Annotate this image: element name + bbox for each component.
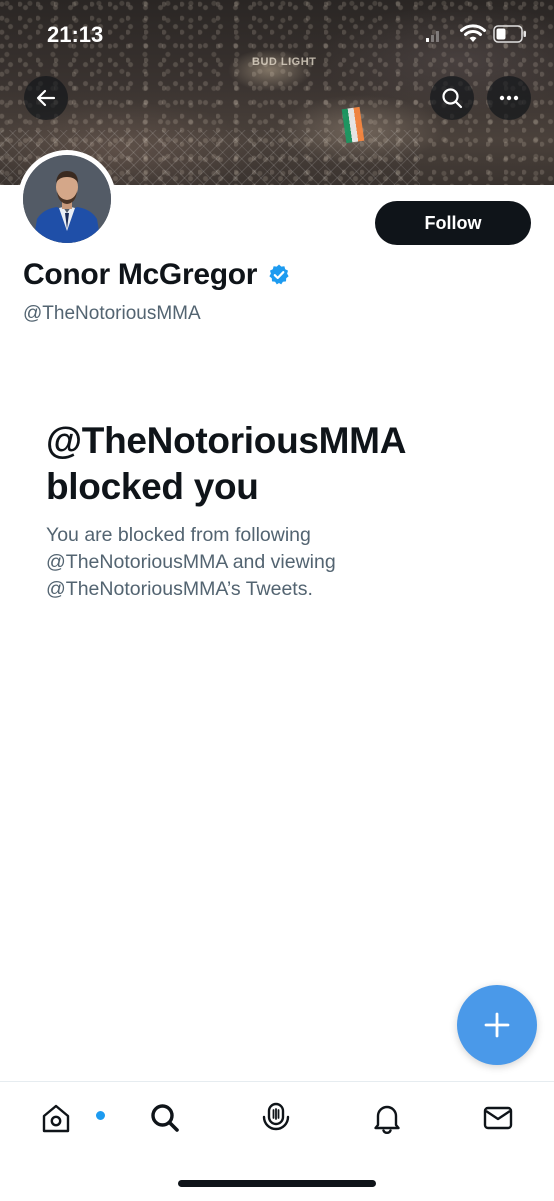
- display-name-row: Conor McGregor: [23, 258, 291, 292]
- follow-button[interactable]: Follow: [375, 201, 531, 245]
- blocked-title-line2: blocked you: [46, 466, 259, 507]
- avatar-portrait: [23, 155, 111, 243]
- status-bar: 21:13: [0, 0, 554, 70]
- tab-messages[interactable]: [474, 1096, 522, 1140]
- arrow-left-icon: [36, 89, 56, 107]
- blocked-title-line1: @TheNotoriousMMA: [46, 420, 407, 461]
- status-time: 21:13: [47, 22, 104, 47]
- compose-tweet-button[interactable]: [457, 985, 537, 1065]
- search-icon: [442, 88, 463, 109]
- blocked-description-line1: You are blocked from following: [46, 524, 311, 546]
- avatar-image: [23, 155, 111, 243]
- blocked-description-line2: @TheNotoriousMMA and viewing: [46, 551, 336, 573]
- wifi-icon: [460, 24, 486, 42]
- plus-icon: [484, 1012, 510, 1038]
- signal-icon: [426, 31, 439, 42]
- more-button[interactable]: [487, 76, 531, 120]
- back-button[interactable]: [24, 76, 68, 120]
- verified-badge-icon[interactable]: [267, 263, 291, 287]
- blocked-title: @TheNotoriousMMA blocked you: [46, 418, 506, 510]
- home-notification-dot: [94, 1109, 107, 1122]
- microphone-icon: [262, 1102, 290, 1131]
- home-icon: [42, 1104, 70, 1133]
- bell-icon: [374, 1105, 400, 1134]
- more-horizontal-icon: [499, 95, 519, 101]
- search-icon: [151, 1104, 179, 1132]
- avatar[interactable]: [18, 150, 116, 248]
- tab-explore[interactable]: [141, 1096, 189, 1140]
- profile-handle: @TheNotoriousMMA: [23, 303, 201, 324]
- tab-spaces[interactable]: [252, 1096, 300, 1140]
- tab-home[interactable]: [32, 1096, 107, 1140]
- search-button[interactable]: [430, 76, 474, 120]
- home-indicator: [178, 1180, 376, 1187]
- display-name: Conor McGregor: [23, 258, 258, 291]
- blocked-description-line3: @TheNotoriousMMA’s Tweets.: [46, 578, 313, 600]
- tab-notifications[interactable]: [363, 1096, 411, 1140]
- battery-icon: [493, 25, 526, 43]
- blocked-description: You are blocked from following @TheNotor…: [46, 522, 406, 603]
- envelope-icon: [483, 1106, 513, 1130]
